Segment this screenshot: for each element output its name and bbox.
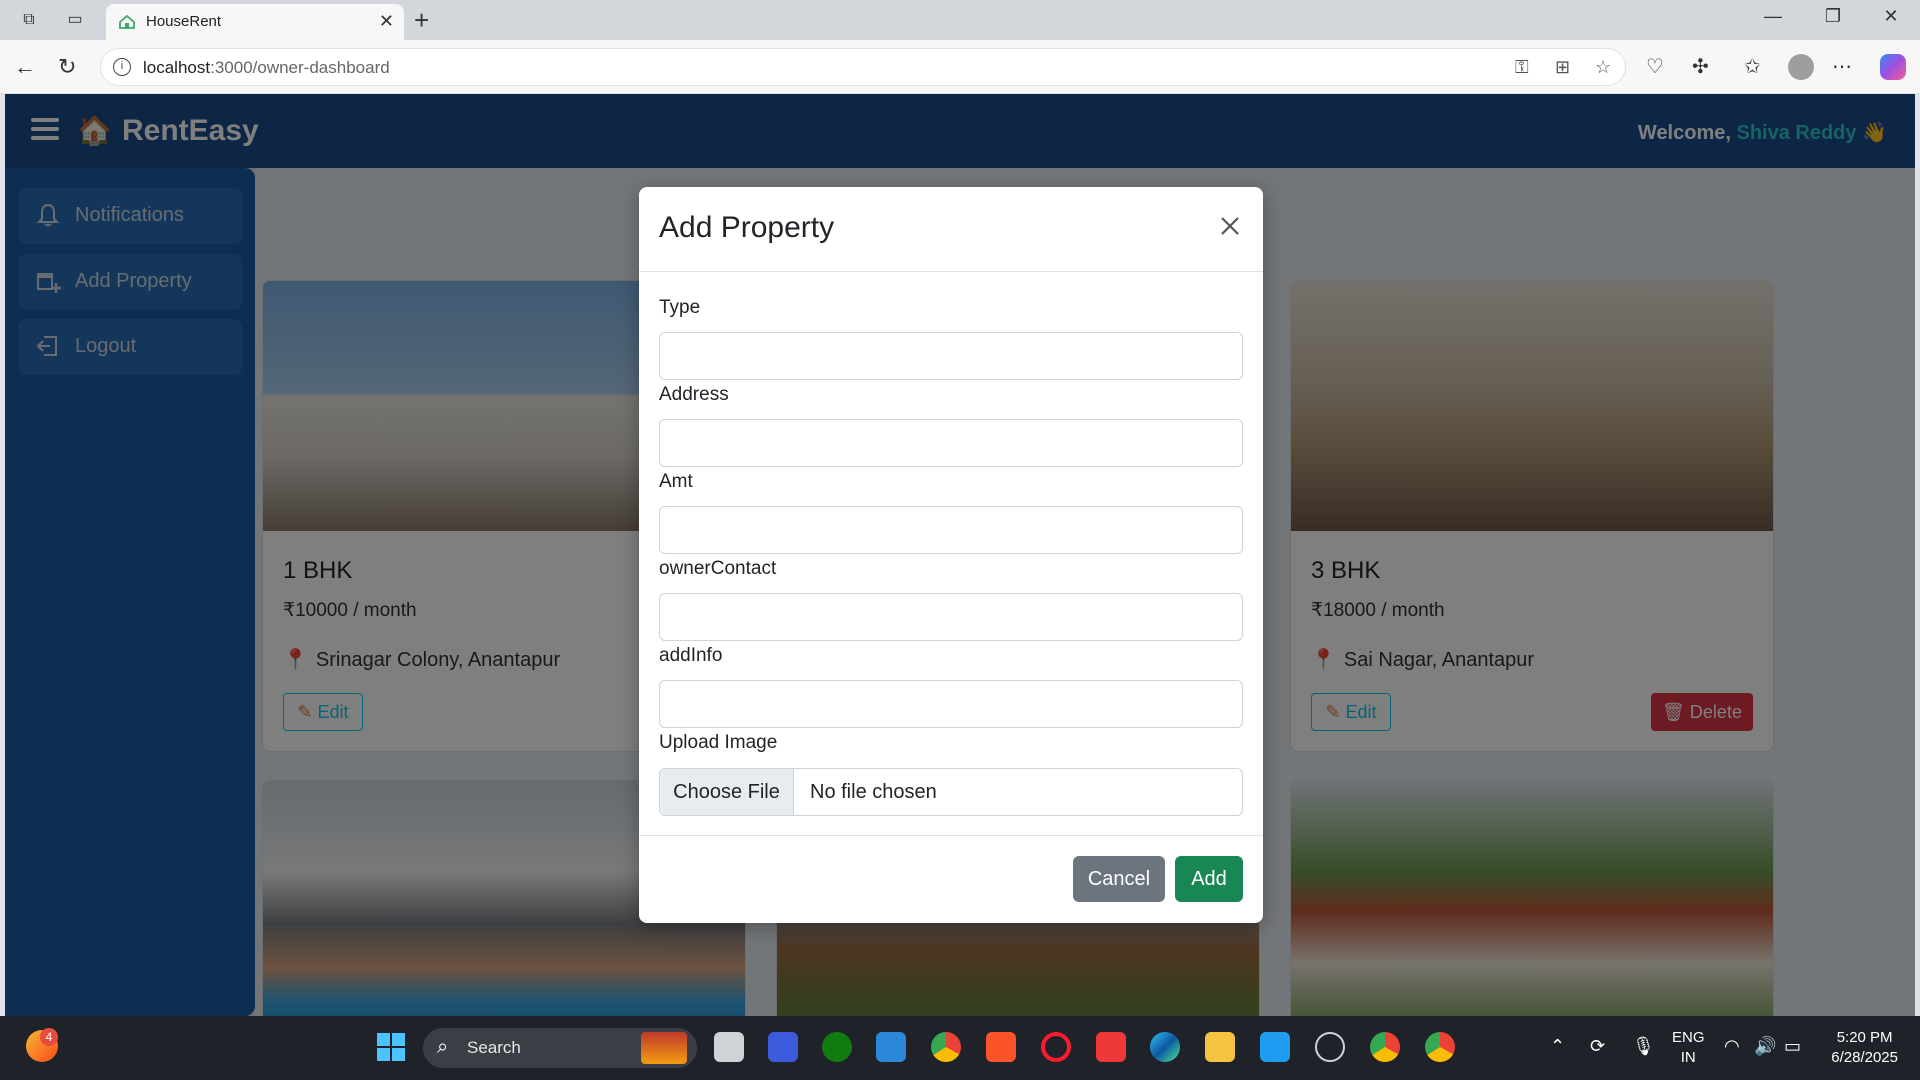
owner-contact-input[interactable] <box>659 593 1243 641</box>
app-available-icon[interactable]: ⊞ <box>1555 57 1570 78</box>
url-path: :3000/owner-dashboard <box>210 58 390 77</box>
language-code: ENG <box>1672 1029 1705 1046</box>
browser-tab[interactable]: HouseRent ✕ <box>106 4 404 40</box>
cancel-button[interactable]: Cancel <box>1073 856 1165 902</box>
amt-input[interactable] <box>659 506 1243 554</box>
sync-icon[interactable]: ⟳ <box>1590 1036 1605 1057</box>
modal-header: Add Property <box>639 187 1263 272</box>
url-field[interactable]: i localhost:3000/owner-dashboard ⚿ ⊞ ☆ <box>100 48 1626 86</box>
windows-taskbar: 4 ⌕ Search ⌃ ⟳ 🎙 ENG IN ◠ 🔊 ▭ 5:20 PM 6/… <box>0 1016 1920 1080</box>
notification-badge: 4 <box>40 1028 58 1046</box>
edge-icon[interactable] <box>1150 1032 1180 1062</box>
battery-icon[interactable]: ▭ <box>1784 1036 1801 1057</box>
extensions-icon[interactable]: ✣ <box>1692 54 1709 79</box>
house-favicon-icon <box>119 14 135 29</box>
type-input[interactable] <box>659 332 1243 380</box>
type-label: Type <box>659 297 701 318</box>
modal-title: Add Property <box>659 211 835 244</box>
close-icon[interactable] <box>1215 211 1245 241</box>
key-icon[interactable]: ⚿ <box>1515 57 1529 78</box>
chrome-profile-icon[interactable] <box>1370 1032 1400 1062</box>
tab-actions-icon[interactable]: ▭ <box>62 8 88 32</box>
search-icon: ⌕ <box>437 1036 449 1058</box>
address-bar: ← ↻ i localhost:3000/owner-dashboard ⚿ ⊞… <box>0 40 1920 94</box>
clock[interactable]: 5:20 PM 6/28/2025 <box>1831 1028 1898 1068</box>
upload-image-field[interactable]: Choose File No file chosen <box>659 768 1243 816</box>
address-label: Address <box>659 384 729 405</box>
search-highlight-image <box>641 1032 687 1064</box>
copilot-icon[interactable] <box>1880 54 1906 80</box>
close-window-icon[interactable]: ✕ <box>1868 6 1914 27</box>
amt-label: Amt <box>659 471 693 492</box>
region-code: IN <box>1680 1049 1696 1066</box>
clock-date: 6/28/2025 <box>1831 1049 1898 1066</box>
chrome-profile-2-icon[interactable] <box>1425 1032 1455 1062</box>
add-info-label: addInfo <box>659 645 723 666</box>
brave-icon[interactable] <box>986 1032 1016 1062</box>
maximize-icon[interactable]: ❐ <box>1810 6 1856 27</box>
new-tab-icon[interactable]: + <box>414 5 429 36</box>
back-icon[interactable]: ← <box>14 54 36 80</box>
add-property-modal: Add Property Type Address Amt ownerConta… <box>639 187 1263 923</box>
choose-file-button[interactable]: Choose File <box>660 769 794 815</box>
opera-icon[interactable] <box>1041 1032 1071 1062</box>
modal-footer: Cancel Add <box>639 835 1263 923</box>
show-hidden-icons-icon[interactable]: ⌃ <box>1550 1036 1565 1057</box>
vscode-icon[interactable] <box>1260 1032 1290 1062</box>
obs-icon[interactable] <box>1315 1032 1345 1062</box>
chrome-icon[interactable] <box>931 1032 961 1062</box>
tab-close-icon[interactable]: ✕ <box>379 11 394 32</box>
file-status: No file chosen <box>810 781 937 803</box>
site-info-icon[interactable]: i <box>113 58 131 76</box>
vivaldi-icon[interactable] <box>1096 1032 1126 1062</box>
favorites-icon[interactable]: ✩ <box>1744 54 1761 79</box>
microphone-icon[interactable]: 🎙 <box>1632 1036 1655 1057</box>
owner-contact-label: ownerContact <box>659 558 777 579</box>
upload-image-label: Upload Image <box>659 732 778 753</box>
favorite-star-icon[interactable]: ☆ <box>1595 57 1611 78</box>
add-info-input[interactable] <box>659 680 1243 728</box>
more-options-icon[interactable]: ⋯ <box>1832 54 1852 79</box>
workspaces-icon[interactable]: ⧉ <box>16 8 42 32</box>
refresh-icon[interactable]: ↻ <box>58 54 76 80</box>
browser-tab-strip: ⧉ ▭ HouseRent ✕ + — ❐ ✕ <box>0 0 1920 40</box>
url-text: localhost:3000/owner-dashboard <box>143 58 390 78</box>
file-explorer-icon[interactable] <box>1205 1032 1235 1062</box>
tab-title: HouseRent <box>146 13 222 30</box>
taskbar-search[interactable]: ⌕ Search <box>423 1028 697 1068</box>
wifi-icon[interactable]: ◠ <box>1724 1036 1740 1057</box>
minimize-icon[interactable]: — <box>1750 6 1796 27</box>
add-button[interactable]: Add <box>1175 856 1243 902</box>
profile-avatar-icon[interactable] <box>1788 54 1814 80</box>
volume-icon[interactable]: 🔊 <box>1754 1036 1776 1057</box>
browser-essentials-icon[interactable]: ♡ <box>1646 54 1664 79</box>
clock-time: 5:20 PM <box>1836 1029 1893 1046</box>
language-indicator[interactable]: ENG IN <box>1672 1028 1705 1068</box>
windows-start-icon[interactable] <box>376 1032 406 1062</box>
url-host: localhost <box>143 58 211 77</box>
xbox-icon[interactable] <box>822 1032 852 1062</box>
task-view-icon[interactable] <box>714 1032 744 1062</box>
notepad-icon[interactable] <box>876 1032 906 1062</box>
search-label: Search <box>467 1038 521 1057</box>
app-icon[interactable] <box>768 1032 798 1062</box>
address-input[interactable] <box>659 419 1243 467</box>
